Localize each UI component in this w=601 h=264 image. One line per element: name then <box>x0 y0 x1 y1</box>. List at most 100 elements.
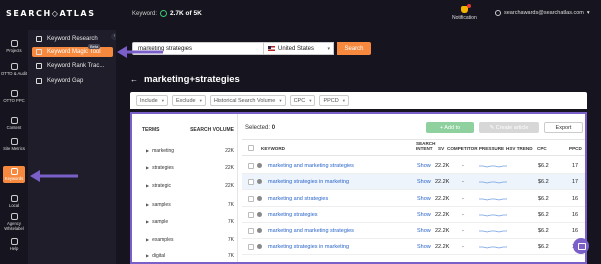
row-cpc: $6.2 <box>538 179 549 185</box>
table-row[interactable]: marketing strategies Show 22.2K - $6.2 1… <box>242 207 585 223</box>
row-keyword[interactable]: marketing and marketing strategies <box>268 228 354 234</box>
search-volume-header[interactable]: SEARCH VOLUME <box>190 127 234 133</box>
caret-right-icon: ▶ <box>146 148 150 153</box>
th-competitor-pressure[interactable]: COMPETITOR PRESSURE <box>447 146 504 151</box>
row-intent[interactable]: Show <box>417 244 431 250</box>
favorite-icon[interactable] <box>257 196 262 201</box>
back-arrow-icon[interactable]: ← <box>130 75 138 84</box>
filter-historical-search-volume[interactable]: Historical Search Volume ▾ <box>209 95 286 106</box>
group-row[interactable]: ▶ examples 7K <box>146 237 234 243</box>
row-checkbox[interactable] <box>248 212 254 218</box>
submenu-keyword-research[interactable]: Keyword Research <box>32 34 113 44</box>
row-checkbox[interactable] <box>248 228 254 234</box>
row-keyword[interactable]: marketing and marketing strategies <box>268 163 354 169</box>
metrics-icon <box>10 138 18 145</box>
filter-cpc[interactable]: CPC ▾ <box>289 95 316 106</box>
group-row[interactable]: ▶ sample 7K <box>146 219 234 225</box>
rail-item-local[interactable]: Local <box>0 195 28 208</box>
logo[interactable]: SEARCH◇ATLAS <box>6 9 96 18</box>
group-volume: 22K <box>225 165 234 171</box>
filter-label: Exclude <box>176 97 196 104</box>
row-intent[interactable]: Show <box>417 179 431 185</box>
search-button[interactable]: Search <box>337 42 371 55</box>
submenu-keyword-magic-tool[interactable]: Keyword Magic Tool <box>32 47 113 57</box>
row-sv: 22.2K <box>435 196 450 202</box>
rail-item-keywords[interactable]: Keywords <box>3 166 25 183</box>
country-select[interactable]: United States ▾ <box>264 42 334 55</box>
group-volume: 22K <box>225 148 234 154</box>
group-row[interactable]: ▶ samples 7K <box>146 202 234 208</box>
submenu-keyword-gap[interactable]: Keyword Gap <box>32 76 113 86</box>
group-row[interactable]: ▶ digital 7K <box>146 253 234 259</box>
caret-right-icon: ▶ <box>146 202 150 207</box>
row-competition: - <box>462 196 464 202</box>
favorite-icon[interactable] <box>257 244 262 249</box>
row-intent[interactable]: Show <box>417 163 431 169</box>
trend-sparkline <box>479 230 507 233</box>
row-checkbox[interactable] <box>248 196 254 202</box>
group-row[interactable]: ▶ strategies 22K <box>146 165 234 171</box>
favorite-icon[interactable] <box>257 179 262 184</box>
select-all-checkbox[interactable] <box>248 145 254 151</box>
row-ppcd: 16 <box>572 228 579 234</box>
filter-label: PPCD <box>323 97 339 104</box>
row-ppcd: 16 <box>572 196 579 202</box>
row-keyword[interactable]: marketing and strategies <box>268 196 328 202</box>
trend-sparkline <box>479 181 507 184</box>
submenu-keyword-rank-tracker[interactable]: Keyword Rank Trac... <box>32 61 113 71</box>
user-icon <box>495 10 501 16</box>
group-row[interactable]: ▶ marketing 22K <box>146 148 234 154</box>
rail-item-otto-ppc[interactable]: OTTO PPC <box>0 90 28 103</box>
export-button[interactable]: Export <box>544 122 583 133</box>
row-intent[interactable]: Show <box>417 212 431 218</box>
groups-header: TERMS SEARCH VOLUME <box>142 127 234 133</box>
filter-include[interactable]: Include ▾ <box>136 95 169 106</box>
row-keyword[interactable]: marketing strategies in marketing <box>268 244 349 250</box>
row-keyword[interactable]: marketing strategies in marketing <box>268 179 349 185</box>
filter-exclude[interactable]: Exclude ▾ <box>172 95 206 106</box>
table-row[interactable]: marketing strategies in marketing Show 2… <box>242 174 585 190</box>
annotation-arrow-icon <box>30 170 78 182</box>
gap-icon <box>36 78 42 84</box>
caret-right-icon: ▶ <box>146 237 150 242</box>
row-keyword[interactable]: marketing strategies <box>268 212 318 218</box>
filter-label: CPC <box>293 97 306 104</box>
th-search-intent[interactable]: SEARCH INTENT <box>416 141 436 151</box>
group-row[interactable]: ▶ strategic 22K <box>146 183 234 189</box>
favorite-icon[interactable] <box>257 163 262 168</box>
th-keyword[interactable]: KEYWORD <box>261 146 285 151</box>
th-ppcd[interactable]: PPCD <box>569 146 582 151</box>
add-to-button[interactable]: + Add to <box>426 122 474 133</box>
rail-item-projects[interactable]: Projects <box>0 40 28 53</box>
table-row[interactable]: marketing strategies in marketing Show 2… <box>242 239 585 255</box>
favorite-icon[interactable] <box>257 212 262 217</box>
row-checkbox[interactable] <box>248 163 254 169</box>
row-intent[interactable]: Show <box>417 196 431 202</box>
rail-item-label: Site Metrics <box>3 146 25 151</box>
rail-item-content[interactable]: Content <box>0 117 28 130</box>
th-hsv-trend[interactable]: HSV TREND <box>506 146 533 151</box>
th-cpc[interactable]: CPC <box>537 146 547 151</box>
th-sv[interactable]: SV <box>438 146 444 151</box>
chat-support-icon[interactable] <box>573 238 589 254</box>
rail-item-agency-whitelabel[interactable]: Agency Whitelabel <box>0 213 28 231</box>
row-checkbox[interactable] <box>248 244 254 250</box>
row-intent[interactable]: Show <box>417 228 431 234</box>
account-menu[interactable]: searchawards@searchatlas.com ▾ <box>495 10 590 16</box>
row-checkbox[interactable] <box>248 179 254 185</box>
table-row[interactable]: marketing and marketing strategies Show … <box>242 158 585 174</box>
filter-ppcd[interactable]: PPCD ▾ <box>319 95 350 106</box>
rail-item-site-metrics[interactable]: Site Metrics <box>0 138 28 151</box>
table-row[interactable]: marketing and marketing strategies Show … <box>242 223 585 239</box>
notification-button[interactable]: Notification <box>452 4 477 21</box>
rail-item-otto-audit[interactable]: OTTO & Audit <box>0 63 28 76</box>
favorite-icon[interactable] <box>257 228 262 233</box>
rail-item-help[interactable]: Help <box>0 238 28 251</box>
row-competition: - <box>462 228 464 234</box>
create-article-button[interactable]: ✎ Create article <box>479 122 539 133</box>
table-row[interactable]: marketing and strategies Show 22.2K - $6… <box>242 191 585 207</box>
submenu-label: Keyword Research <box>47 36 98 42</box>
trend-sparkline <box>479 165 507 168</box>
quota-ring-icon <box>160 10 168 17</box>
caret-right-icon: ▶ <box>146 253 150 258</box>
